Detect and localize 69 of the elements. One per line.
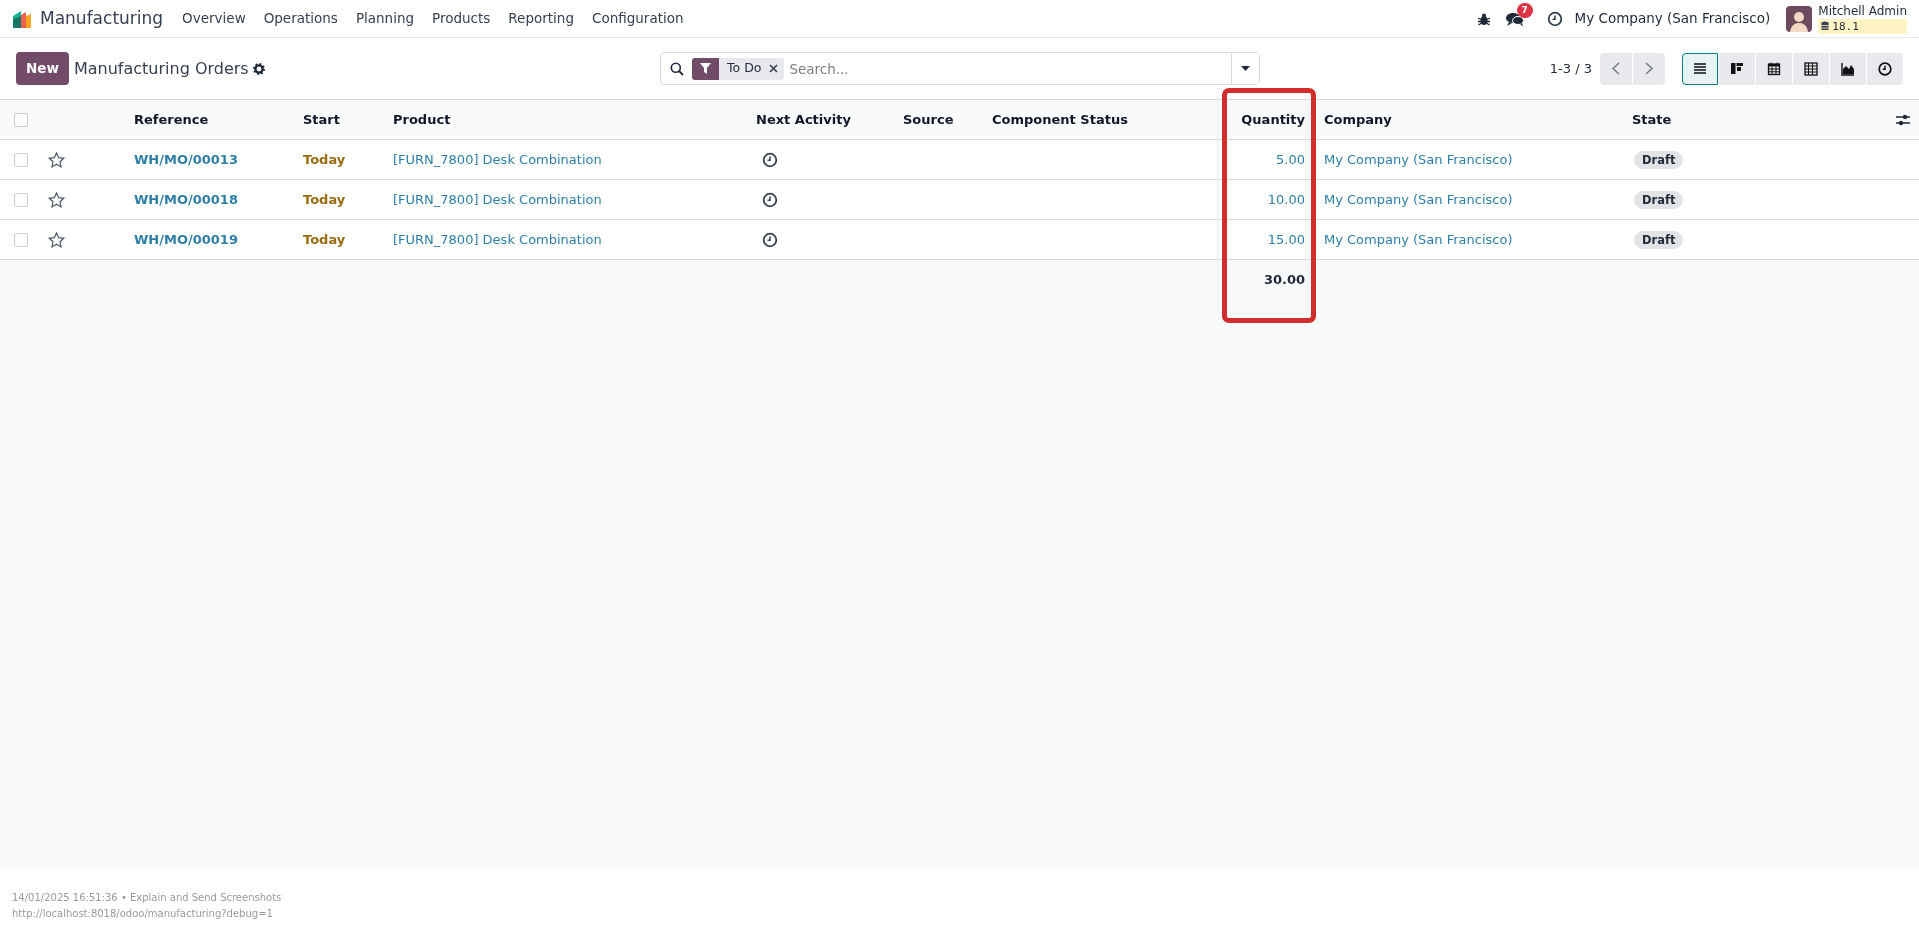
- column-header[interactable]: Component Status: [992, 111, 1128, 127]
- chevron-left-icon: [1612, 62, 1620, 75]
- company-name[interactable]: My Company (San Francisco): [1574, 8, 1771, 29]
- breadcrumb-title: Manufacturing Orders: [73, 57, 249, 80]
- column-header[interactable]: Start: [303, 111, 340, 127]
- menu-item[interactable]: Configuration: [583, 8, 693, 29]
- column-header[interactable]: Reference: [134, 111, 209, 127]
- status-badge: Draft: [1634, 150, 1684, 169]
- print-footer-text: 14/01/2025 16:51:36 • Explain and Send Screenshots: [12, 891, 283, 905]
- database-version-badge: 18.1: [1818, 18, 1907, 34]
- start-date: Today: [303, 151, 346, 167]
- close-icon[interactable]: [769, 64, 779, 73]
- view-graph-button[interactable]: [1830, 52, 1866, 85]
- search-icon: [670, 61, 684, 76]
- view-calendar-button[interactable]: [1756, 52, 1792, 85]
- row-checkbox[interactable]: [14, 153, 28, 168]
- menu-item[interactable]: Overview: [173, 8, 255, 29]
- clock-icon[interactable]: [762, 191, 778, 208]
- filter-facet[interactable]: To Do: [692, 57, 785, 80]
- status-badge: Draft: [1634, 230, 1684, 249]
- view-activity-button[interactable]: [1867, 52, 1903, 85]
- search-field[interactable]: To Do Search...: [660, 52, 1260, 85]
- start-date: Today: [303, 191, 346, 207]
- bug-icon[interactable]: [1476, 11, 1491, 26]
- row-checkbox[interactable]: [14, 193, 28, 208]
- clock-icon[interactable]: [762, 231, 778, 248]
- quantity-value: 5.00: [1276, 151, 1305, 167]
- star-icon[interactable]: [48, 151, 65, 168]
- column-header[interactable]: Quantity: [1241, 111, 1305, 127]
- menu-item[interactable]: Planning: [346, 8, 424, 29]
- notification-badge: 7: [1516, 2, 1533, 18]
- row-checkbox[interactable]: [14, 233, 28, 248]
- view-list-button[interactable]: [1682, 52, 1718, 85]
- menu-item[interactable]: Operations: [254, 8, 347, 29]
- chevron-right-icon: [1645, 62, 1653, 75]
- new-button[interactable]: New: [16, 52, 69, 85]
- column-settings-icon[interactable]: [1896, 113, 1910, 126]
- pivot-view-icon: [1802, 59, 1820, 78]
- pager-value[interactable]: 1-3 / 3: [1549, 58, 1592, 79]
- clock-icon[interactable]: [1546, 10, 1563, 27]
- status-badge: Draft: [1634, 190, 1684, 209]
- filter-icon: [700, 63, 711, 74]
- app-name[interactable]: Manufacturing: [40, 5, 164, 32]
- column-header[interactable]: Source: [903, 111, 954, 127]
- column-header[interactable]: Next Activity: [756, 111, 851, 127]
- quantity-value: 10.00: [1267, 191, 1305, 207]
- star-icon[interactable]: [48, 191, 65, 208]
- menu-item[interactable]: Products: [423, 8, 500, 29]
- database-icon: [1821, 21, 1830, 31]
- column-header[interactable]: Product: [393, 111, 451, 127]
- user-name[interactable]: Mitchell Admin: [1818, 3, 1907, 19]
- avatar[interactable]: [1786, 5, 1813, 32]
- select-all-checkbox[interactable]: [14, 113, 28, 128]
- star-icon[interactable]: [48, 231, 65, 248]
- view-kanban-button[interactable]: [1719, 52, 1755, 85]
- clock-icon[interactable]: [762, 151, 778, 168]
- column-header[interactable]: Company: [1324, 111, 1392, 127]
- app-logo-icon[interactable]: [12, 9, 32, 28]
- activity-view-icon: [1876, 59, 1894, 78]
- facet-label: To Do: [726, 59, 763, 78]
- column-header[interactable]: State: [1632, 111, 1672, 127]
- menu-item[interactable]: Reporting: [499, 8, 583, 29]
- start-date: Today: [303, 231, 346, 247]
- view-pivot-button[interactable]: [1793, 52, 1829, 85]
- settings-icon[interactable]: [252, 62, 265, 75]
- page-url: http://localhost:8018/odoo/manufacturing?debug=1: [12, 907, 274, 921]
- caret-icon[interactable]: [1241, 66, 1250, 71]
- quantity-total: 30.00: [1263, 272, 1305, 287]
- quantity-value: 15.00: [1267, 231, 1305, 247]
